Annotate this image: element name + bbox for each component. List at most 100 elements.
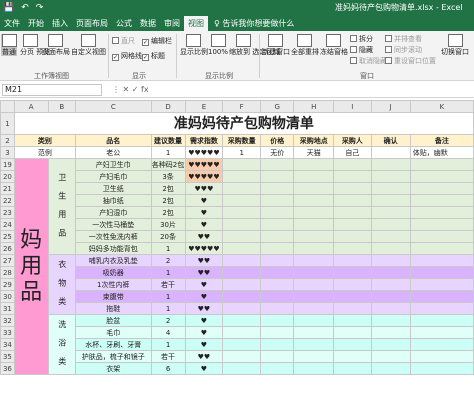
cell[interactable]: 范例 [13,146,76,159]
undo-icon[interactable]: ↶ [21,2,29,14]
cell[interactable]: 1 [222,146,262,159]
cell-need-index[interactable]: ♥ [184,290,224,303]
cell-empty[interactable] [293,350,335,363]
save-icon[interactable]: 💾 [3,2,14,14]
zoom-to-selection-button[interactable]: 缩放到 选定区域 [229,34,280,56]
column-header[interactable]: G [260,100,295,113]
cell-empty[interactable] [370,350,411,363]
cell-need-index[interactable]: ♥ [184,194,224,207]
cell[interactable]: 老公 [74,146,152,159]
arrange-all-button[interactable]: 全部重排 [291,34,319,56]
cell-suggested-qty[interactable]: 1 [150,242,186,255]
cell-empty[interactable] [260,170,295,183]
cell-item-name[interactable]: 妈妈多功能背包 [74,242,152,255]
tab-review[interactable]: 审阅 [160,16,184,31]
custom-view-button[interactable]: 自定义视图 [71,34,106,56]
column-header[interactable]: C [74,100,152,113]
cell-item-name[interactable]: 1次性内裤 [74,278,152,291]
column-header[interactable]: D [150,100,186,113]
cell[interactable]: 体贴，幽默 [409,146,474,159]
cell-empty[interactable] [222,170,262,183]
cell-empty[interactable] [260,302,295,315]
cell-empty[interactable] [333,314,372,327]
cell-suggested-qty[interactable]: 若干 [150,350,186,363]
cell-empty[interactable] [222,266,262,279]
cell-empty[interactable] [409,158,474,171]
cell-need-index[interactable]: ♥♥♥♥♥ [184,242,224,255]
cell-need-index[interactable]: ♥ [184,218,224,231]
header-price[interactable]: 价格 [260,134,295,147]
cell-suggested-qty[interactable]: 2包 [150,182,186,195]
cell-empty[interactable] [370,230,411,243]
cell-empty[interactable] [260,206,295,219]
cell-empty[interactable] [222,350,262,363]
cell-empty[interactable] [293,242,335,255]
row-header[interactable]: 24 [0,218,15,231]
cell-empty[interactable] [333,254,372,267]
cell-need-index[interactable]: ♥♥ [184,230,224,243]
cell-empty[interactable] [222,206,262,219]
row-header[interactable]: 30 [0,290,15,303]
cell-suggested-qty[interactable]: 各种码2包 [150,158,186,171]
cell-empty[interactable] [293,362,335,375]
cell-empty[interactable] [260,314,295,327]
row-header[interactable]: 29 [0,278,15,291]
cell-suggested-qty[interactable]: 4 [150,326,186,339]
cell-empty[interactable] [222,230,262,243]
row-header[interactable]: 20 [0,170,15,183]
cell-empty[interactable] [409,254,474,267]
cell-empty[interactable] [370,278,411,291]
cell-empty[interactable] [333,242,372,255]
cell-item-name[interactable]: 哺乳内衣及乳垫 [74,254,152,267]
cell-need-index[interactable]: ♥♥♥♥♥ [184,170,224,183]
cell-empty[interactable] [370,314,411,327]
row-header[interactable]: 19 [0,158,15,171]
cell-empty[interactable] [222,254,262,267]
row-header[interactable]: 33 [0,326,15,339]
cell-empty[interactable] [333,302,372,315]
cell-empty[interactable] [293,290,335,303]
cell-item-name[interactable]: 吸奶器 [74,266,152,279]
cell-empty[interactable] [260,266,295,279]
cell-need-index[interactable]: ♥ [184,314,224,327]
cell-empty[interactable] [222,158,262,171]
cell-empty[interactable] [293,314,335,327]
row-header[interactable]: 32 [0,314,15,327]
cell-suggested-qty[interactable]: 20条 [150,230,186,243]
zoom-button[interactable]: 显示比例 [180,34,208,56]
normal-view-button[interactable]: 普通 [1,34,17,56]
cell-empty[interactable] [409,362,474,375]
cell-empty[interactable] [260,218,295,231]
column-header[interactable]: A [13,100,49,113]
cell-empty[interactable] [409,170,474,183]
cell-empty[interactable] [409,194,474,207]
cell-suggested-qty[interactable]: 1 [150,338,186,351]
column-header[interactable]: B [47,100,76,113]
cell-empty[interactable] [333,290,372,303]
cell-empty[interactable] [409,314,474,327]
row-header[interactable]: 36 [0,362,15,375]
cell-empty[interactable] [260,278,295,291]
group-label-bathing[interactable]: 洗 浴 类 [47,314,76,375]
row-header[interactable]: 25 [0,230,15,243]
new-window-button[interactable]: 新建窗口 [262,34,290,56]
row-header[interactable]: 3 [0,146,15,159]
sync-scroll-button[interactable]: 同步滚动 [385,45,422,55]
cell-suggested-qty[interactable]: 2 [150,314,186,327]
group-label-hygiene[interactable]: 卫 生 用 品 [47,158,76,255]
tell-me-search[interactable]: ♀ 告诉我你想要做什么 [214,16,294,31]
cell-empty[interactable] [260,254,295,267]
cell-item-name[interactable]: 拖鞋 [74,302,152,315]
cell-empty[interactable] [333,206,372,219]
header-buy-qty[interactable]: 采购数量 [222,134,262,147]
cell-item-name[interactable]: 一次性免洗内裤 [74,230,152,243]
cell-empty[interactable] [333,350,372,363]
zoom-100-button[interactable]: 100% [208,34,228,56]
cell-item-name[interactable]: 卫生纸 [74,182,152,195]
cell-need-index[interactable]: ♥ [184,362,224,375]
cell-need-index[interactable]: ♥ [184,206,224,219]
cell-empty[interactable] [333,170,372,183]
cell-empty[interactable] [409,218,474,231]
sheet-table[interactable]: A B C D E F G H I J K 1 准妈妈待产包购物清单 2 类别 … [0,100,474,375]
cell-empty[interactable] [409,266,474,279]
